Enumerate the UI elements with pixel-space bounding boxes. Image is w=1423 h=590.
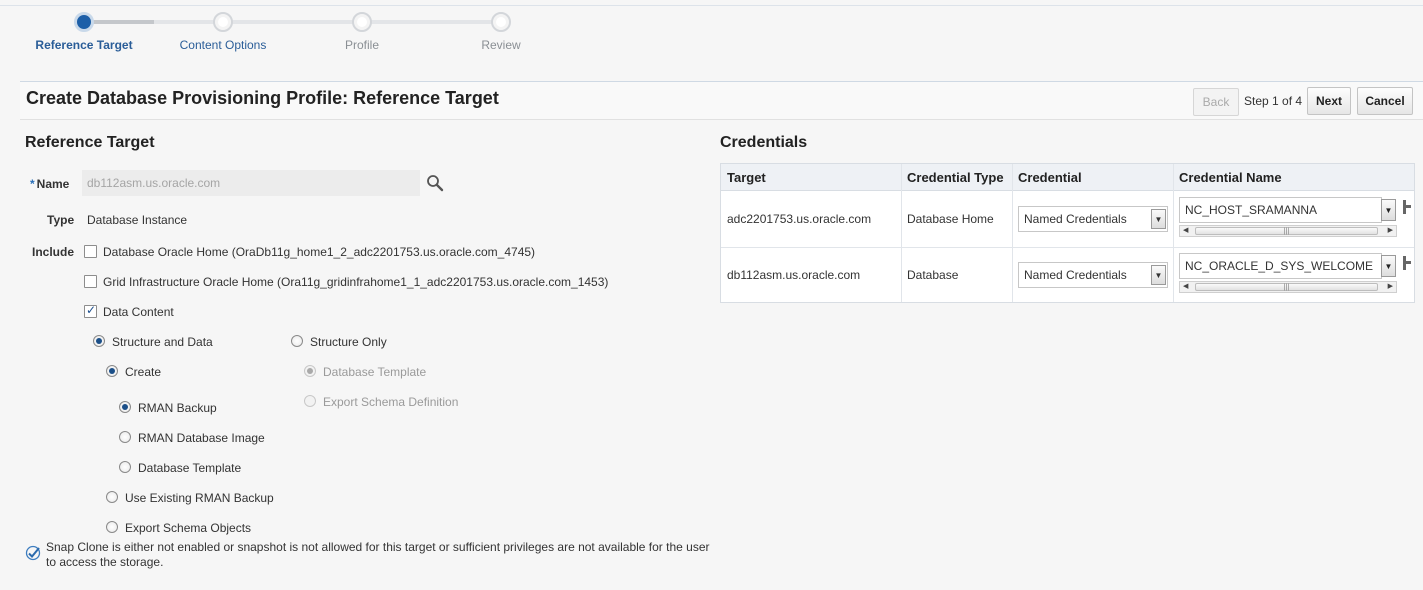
name-label-text: Name (36, 177, 70, 191)
chevron-down-icon[interactable]: ▼ (1381, 199, 1396, 221)
chevron-down-icon[interactable]: ▼ (1381, 255, 1396, 277)
chevron-down-icon[interactable]: ▼ (1151, 265, 1166, 285)
credentials-table: Target Credential Type Credential Creden… (720, 163, 1415, 303)
scroll-thumb[interactable]: ||| (1195, 283, 1378, 291)
include-label: Include (32, 245, 75, 259)
row-2-credential-value: Named Credentials (1024, 268, 1127, 282)
credentials-heading: Credentials (720, 134, 808, 151)
structure-only-label: Structure Only (310, 335, 387, 349)
page-title: Create Database Provisioning Profile: Re… (26, 88, 499, 108)
so-database-template-label: Database Template (323, 365, 427, 379)
train-step-reference-target-dot[interactable] (74, 12, 94, 32)
chevron-down-icon[interactable]: ▼ (1151, 209, 1166, 229)
row-2-credential-select[interactable]: Named Credentials ▼ (1018, 262, 1168, 288)
column-divider (1173, 164, 1174, 302)
train-step-profile-dot (352, 12, 372, 32)
data-content-checkbox[interactable] (84, 303, 97, 318)
type-label: Type (47, 213, 75, 227)
horizontal-scrollbar[interactable]: ◀ ||| ▶ (1179, 281, 1397, 293)
column-divider (1012, 164, 1013, 302)
row-1-target: adc2201753.us.oracle.com (727, 212, 872, 226)
rman-database-image-label: RMAN Database Image (138, 431, 265, 445)
back-button[interactable]: Back (1193, 88, 1239, 116)
snap-clone-message: Snap Clone is either not enabled or snap… (46, 540, 710, 569)
column-header-target[interactable]: Target (727, 170, 766, 185)
train-step-content-options[interactable]: Content Options (163, 38, 283, 52)
structure-only-radio[interactable] (291, 335, 303, 347)
use-existing-rman-backup-label: Use Existing RMAN Backup (125, 491, 274, 505)
data-content-label: Data Content (103, 305, 174, 319)
column-header-credential[interactable]: Credential (1018, 170, 1082, 185)
so-export-schema-definition-radio (304, 395, 316, 407)
next-button[interactable]: Next (1307, 87, 1351, 115)
row-1-credential-type: Database Home (907, 212, 994, 226)
required-marker: * (30, 177, 35, 191)
database-oracle-home-checkbox[interactable] (84, 245, 97, 258)
row-2-credential-type: Database (907, 268, 959, 282)
wizard-train: Reference Target Content Options Profile… (0, 0, 600, 70)
structure-and-data-radio[interactable] (93, 335, 105, 347)
train-connector-3 (362, 20, 502, 24)
structure-and-data-label: Structure and Data (112, 335, 213, 349)
row-2-credential-name-field[interactable]: NC_ORACLE_D_SYS_WELCOME (1179, 253, 1382, 279)
rman-backup-radio[interactable] (119, 401, 131, 413)
name-input[interactable]: db112asm.us.oracle.com (82, 170, 420, 196)
column-resize-handle[interactable] (1403, 200, 1411, 214)
scroll-right-icon[interactable]: ▶ (1388, 226, 1393, 236)
export-schema-objects-radio[interactable] (106, 521, 118, 533)
scroll-right-icon[interactable]: ▶ (1388, 282, 1393, 292)
horizontal-scrollbar[interactable]: ◀ ||| ▶ (1179, 225, 1397, 237)
use-existing-rman-backup-radio[interactable] (106, 491, 118, 503)
row-1-credential-name-field[interactable]: NC_HOST_SRAMANNA (1179, 197, 1382, 223)
grid-infrastructure-home-checkbox[interactable] (84, 275, 97, 288)
column-header-credential-name[interactable]: Credential Name (1179, 170, 1282, 185)
rman-database-image-radio[interactable] (119, 431, 131, 443)
train-step-review: Review (481, 38, 521, 52)
so-database-template-radio (304, 365, 316, 377)
reference-target-heading: Reference Target (25, 134, 155, 151)
train-connector-2 (224, 20, 362, 24)
row-2-credential-name[interactable]: NC_ORACLE_D_SYS_WELCOME ▼ ◀ ||| ▶ (1179, 253, 1397, 299)
grid-infrastructure-home-label: Grid Infrastructure Oracle Home (Ora11g_… (103, 275, 609, 289)
export-schema-objects-label: Export Schema Objects (125, 521, 252, 535)
rman-backup-label: RMAN Backup (138, 401, 217, 415)
database-oracle-home-label: Database Oracle Home (OraDb11g_home1_2_a… (103, 245, 536, 259)
row-1-credential-value: Named Credentials (1024, 212, 1127, 226)
database-template-label: Database Template (138, 461, 242, 475)
column-divider (901, 164, 902, 302)
create-radio[interactable] (106, 365, 118, 377)
train-step-profile: Profile (344, 38, 379, 52)
row-2-target: db112asm.us.oracle.com (727, 268, 861, 282)
train-step-content-options-dot[interactable] (213, 12, 233, 32)
train-step-review-dot (491, 12, 511, 32)
column-header-credential-type[interactable]: Credential Type (907, 170, 1004, 185)
database-template-radio[interactable] (119, 461, 131, 473)
search-icon[interactable] (426, 174, 444, 192)
scroll-left-icon[interactable]: ◀ (1183, 226, 1188, 236)
step-indicator: Step 1 of 4 (1244, 94, 1303, 108)
train-step-reference-target[interactable]: Reference Target (24, 38, 144, 52)
scroll-left-icon[interactable]: ◀ (1183, 282, 1188, 292)
train-connector-1 (84, 20, 154, 24)
name-label: * Name (30, 177, 69, 191)
row-1-credential-name[interactable]: NC_HOST_SRAMANNA ▼ ◀ ||| ▶ (1179, 197, 1397, 243)
type-value: Database Instance (87, 213, 188, 227)
row-1-credential-select[interactable]: Named Credentials ▼ (1018, 206, 1168, 232)
create-label: Create (125, 365, 162, 379)
scroll-thumb[interactable]: ||| (1195, 227, 1378, 235)
so-export-schema-definition-label: Export Schema Definition (323, 395, 459, 409)
cancel-button[interactable]: Cancel (1357, 87, 1413, 115)
row-divider (721, 247, 1414, 248)
checkmark-icon (25, 545, 41, 561)
column-resize-handle[interactable] (1403, 256, 1411, 270)
